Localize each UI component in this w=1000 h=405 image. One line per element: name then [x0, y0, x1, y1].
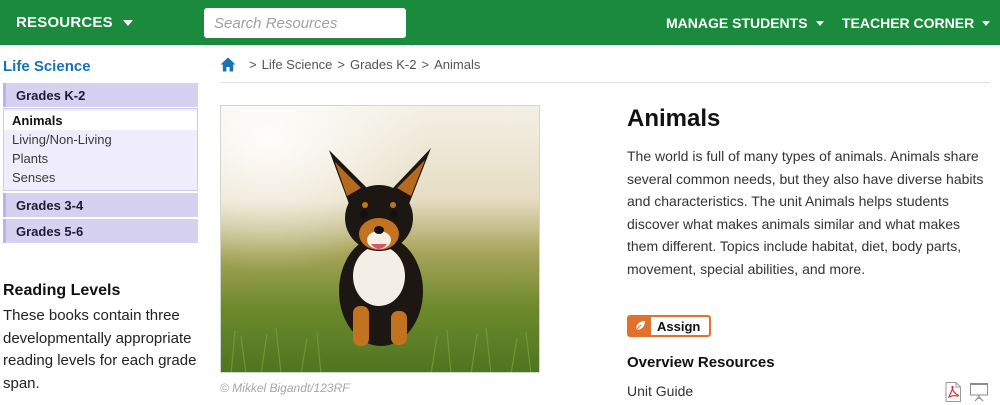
- breadcrumb-animals: Animals: [434, 56, 481, 72]
- sidebar-subitems-panel: Animals Living/Non-Living Plants Senses: [3, 108, 198, 191]
- breadcrumb-separator: >: [421, 56, 430, 72]
- chevron-down-icon: [982, 20, 991, 26]
- dog-photo-illustration: [221, 106, 539, 372]
- overview-resources-heading: Overview Resources: [627, 354, 775, 371]
- reading-levels-text: These books contain three developmentall…: [3, 307, 197, 392]
- assign-button-label: Assign: [657, 318, 701, 334]
- page-title: Animals: [627, 105, 721, 132]
- search-input[interactable]: [204, 8, 406, 38]
- breadcrumb-divider: [220, 82, 990, 83]
- sidebar-title-life-science[interactable]: Life Science: [3, 58, 91, 75]
- resources-menu-label: RESOURCES: [16, 14, 113, 31]
- unit-guide-link[interactable]: Unit Guide: [627, 383, 693, 399]
- resources-menu[interactable]: RESOURCES: [16, 0, 133, 45]
- unit-description: The world is full of many types of anima…: [627, 148, 984, 277]
- sidebar-item-animals[interactable]: Animals: [12, 113, 63, 128]
- breadcrumb-separator: >: [249, 56, 257, 72]
- unit-photo-dog: [220, 105, 540, 373]
- grade-label: Grades 5-6: [16, 223, 84, 239]
- sidebar-grade-5-6[interactable]: Grades 5-6: [3, 219, 198, 243]
- breadcrumb-life-science[interactable]: Life Science: [262, 57, 333, 72]
- projector-icon[interactable]: [969, 382, 989, 402]
- sidebar-grade-k2[interactable]: Grades K-2: [3, 83, 198, 107]
- image-credit: © Mikkel Bigandt/123RF: [220, 381, 350, 395]
- top-nav-bar: RESOURCES MANAGE STUDENTS TEACHER CORNER: [0, 0, 1000, 45]
- sidebar-item-senses[interactable]: Senses: [12, 170, 55, 185]
- assign-button[interactable]: Assign: [627, 315, 711, 337]
- sidebar-grade-3-4[interactable]: Grades 3-4: [3, 193, 198, 217]
- manage-students-label: MANAGE STUDENTS: [666, 14, 808, 31]
- teacher-corner-label: TEACHER CORNER: [842, 14, 975, 31]
- sidebar-item-plants[interactable]: Plants: [12, 151, 48, 166]
- sidebar-item-living-non-living[interactable]: Living/Non-Living: [12, 132, 112, 147]
- chevron-down-icon: [122, 20, 133, 26]
- breadcrumb-separator: >: [337, 56, 346, 72]
- teacher-corner-menu[interactable]: TEACHER CORNER: [842, 0, 991, 45]
- leaf-icon: [629, 317, 651, 335]
- pdf-icon[interactable]: [944, 382, 962, 402]
- grade-label: Grades K-2: [16, 87, 86, 103]
- breadcrumb: > Life Science > Grades K-2 > Animals: [220, 55, 480, 73]
- grade-label: Grades 3-4: [16, 197, 84, 213]
- breadcrumb-grades-k2[interactable]: Grades K-2: [350, 57, 416, 72]
- manage-students-menu[interactable]: MANAGE STUDENTS: [666, 0, 824, 45]
- reading-levels-heading: Reading Levels: [3, 282, 121, 299]
- home-icon[interactable]: [220, 57, 236, 72]
- chevron-down-icon: [815, 20, 824, 26]
